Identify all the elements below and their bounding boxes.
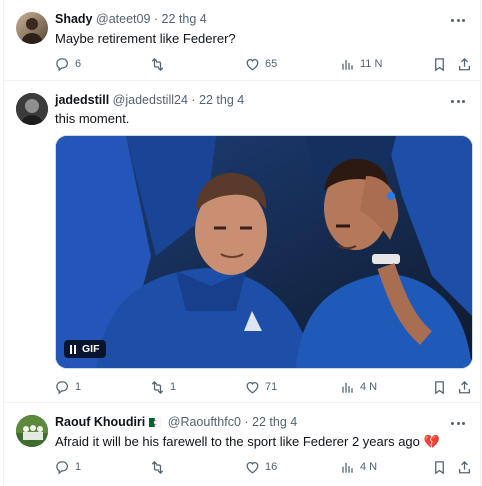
retweet-icon (151, 380, 164, 394)
retweet-count: 1 (170, 381, 177, 393)
display-name[interactable]: Shady (55, 12, 93, 26)
heart-icon (246, 461, 259, 473)
bookmark-icon (435, 380, 444, 394)
share-button[interactable] (457, 55, 472, 73)
handle[interactable]: @Raoufthfc0 (168, 415, 241, 429)
separator: · (191, 93, 196, 107)
reply-button[interactable]: 1 (55, 378, 81, 396)
timestamp[interactable]: 22 thg 4 (252, 415, 297, 429)
heart-icon (246, 58, 259, 70)
like-count: 71 (265, 381, 278, 393)
tweet-text: this moment. (55, 111, 130, 126)
share-button[interactable] (457, 378, 472, 396)
like-button[interactable]: 71 (245, 378, 277, 396)
algeria-flag-icon (149, 416, 162, 428)
share-button[interactable] (457, 458, 472, 476)
share-icon (458, 380, 471, 393)
tweet-header: Raouf Khoudiri @Raoufthfc0 · 22 thg 4 (55, 415, 297, 429)
like-count: 65 (265, 58, 278, 70)
retweet-button[interactable] (150, 458, 170, 476)
timestamp[interactable]: 22 thg 4 (162, 12, 207, 26)
tweet-actions: 1 16 4 N (55, 458, 475, 476)
heart-icon (246, 381, 259, 393)
views-button[interactable]: 11 N (340, 55, 382, 73)
display-name[interactable]: jadedstill (55, 93, 109, 107)
reply-count: 1 (75, 381, 82, 393)
separator: · (244, 415, 249, 429)
retweet-icon (151, 460, 164, 474)
views-icon (342, 461, 353, 473)
tweet-shady[interactable]: Shady @ateet09 · 22 thg 4 Maybe retireme… (4, 0, 480, 81)
like-button[interactable]: 65 (245, 55, 277, 73)
avatar[interactable] (16, 415, 48, 447)
more-icon[interactable] (448, 415, 468, 431)
reply-icon (56, 380, 69, 394)
avatar[interactable] (16, 93, 48, 125)
view-count: 4 N (360, 461, 378, 473)
tweet-jadedstill[interactable]: jadedstill @jadedstill24 · 22 thg 4 this… (4, 81, 480, 403)
share-icon (458, 460, 471, 473)
retweet-button[interactable] (150, 55, 170, 73)
reply-button[interactable]: 6 (55, 55, 81, 73)
timeline-feed: Shady @ateet09 · 22 thg 4 Maybe retireme… (3, 0, 481, 486)
pause-icon (70, 344, 76, 354)
tweet-raouf[interactable]: Raouf Khoudiri @Raoufthfc0 · 22 thg 4 Af… (4, 403, 480, 486)
view-count: 11 N (360, 58, 383, 70)
display-name[interactable]: Raouf Khoudiri (55, 415, 145, 429)
retweet-icon (151, 57, 164, 71)
views-button[interactable]: 4 N (340, 458, 377, 476)
views-icon (342, 381, 353, 393)
views-button[interactable]: 4 N (340, 378, 377, 396)
gif-media[interactable]: GIF (55, 135, 473, 369)
reply-count: 6 (75, 58, 82, 70)
avatar[interactable] (16, 12, 48, 44)
bookmark-button[interactable] (432, 378, 447, 396)
handle[interactable]: @jadedstill24 (113, 93, 188, 107)
more-icon[interactable] (448, 93, 468, 109)
reply-icon (56, 460, 69, 474)
retweet-button[interactable]: 1 (150, 378, 176, 396)
timestamp[interactable]: 22 thg 4 (199, 93, 244, 107)
view-count: 4 N (360, 381, 378, 393)
tweet-actions: 6 65 11 N (55, 55, 475, 73)
like-button[interactable]: 16 (245, 458, 277, 476)
reply-icon (56, 57, 69, 71)
tweet-text: Afraid it will be his farewell to the sp… (55, 434, 440, 449)
tweet-header: Shady @ateet09 · 22 thg 4 (55, 12, 207, 26)
like-count: 16 (265, 461, 278, 473)
bookmark-button[interactable] (432, 55, 447, 73)
views-icon (342, 58, 353, 70)
gif-label: GIF (82, 343, 100, 355)
bookmark-icon (435, 460, 444, 474)
reply-button[interactable]: 1 (55, 458, 81, 476)
more-icon[interactable] (448, 12, 468, 28)
bookmark-icon (435, 57, 444, 71)
reply-count: 1 (75, 461, 82, 473)
tweet-text: Maybe retirement like Federer? (55, 31, 236, 46)
handle[interactable]: @ateet09 (96, 12, 150, 26)
share-icon (458, 57, 471, 70)
tweet-actions: 1 1 71 4 N (55, 378, 475, 396)
separator: · (153, 12, 159, 26)
gif-pause-button[interactable]: GIF (64, 340, 106, 358)
gif-frame (56, 136, 472, 368)
tweet-header: jadedstill @jadedstill24 · 22 thg 4 (55, 93, 244, 107)
bookmark-button[interactable] (432, 458, 447, 476)
